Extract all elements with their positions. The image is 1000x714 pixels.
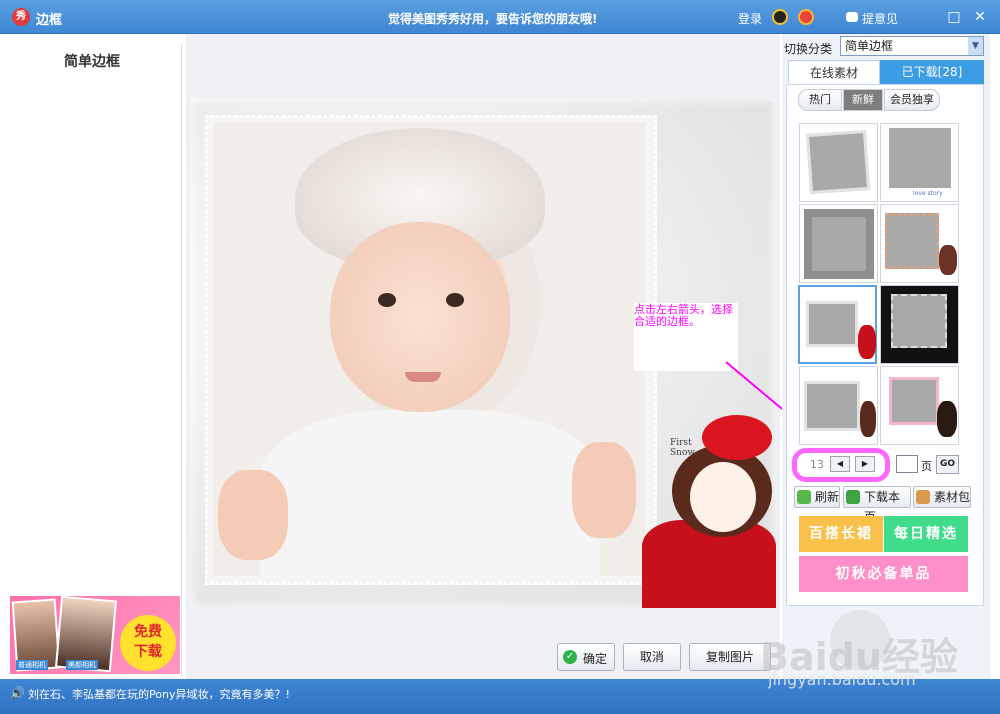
frame-thumbnail[interactable] xyxy=(880,285,959,364)
close-button[interactable]: ✕ xyxy=(970,8,990,26)
page-input[interactable] xyxy=(896,455,918,473)
photo-detail xyxy=(260,410,600,576)
thumb-caption: love story xyxy=(913,190,943,197)
photo-detail xyxy=(446,293,464,307)
frame-thumbnail[interactable]: love story xyxy=(880,123,959,202)
photo-detail xyxy=(572,442,636,538)
category-title: 简单边框 xyxy=(64,54,120,70)
status-news-link[interactable]: 刘在石、李弘基都在玩的Pony异域妆，究竟有多美？! xyxy=(28,686,290,702)
ad-caption: 普通相机 xyxy=(16,660,48,670)
badge-line: 下载 xyxy=(134,644,162,660)
subtab-vip[interactable]: 会员独享 xyxy=(884,89,940,111)
badge-line: 免费 xyxy=(134,624,162,640)
promo-tile[interactable]: 初秋必备单品 xyxy=(799,556,968,592)
free-download-badge[interactable]: 免费 下载 xyxy=(120,615,176,671)
tab-online-materials[interactable]: 在线素材 xyxy=(788,60,880,84)
promo-tile[interactable]: 每日精选 xyxy=(884,516,968,552)
annotation-text: 点击左右箭头，选择合适的边框。 xyxy=(634,303,733,328)
frame-thumbnail[interactable] xyxy=(880,366,959,445)
subtab-hot[interactable]: 热门 xyxy=(798,89,842,111)
refresh-icon xyxy=(797,490,811,504)
app-logo-icon: 秀 xyxy=(12,8,30,26)
window-title: 边框 xyxy=(36,13,63,28)
frame-thumbnail[interactable] xyxy=(799,204,878,283)
package-icon xyxy=(916,490,930,504)
chat-bubble-icon xyxy=(846,12,858,22)
frame-thumbnail[interactable] xyxy=(799,123,878,202)
cancel-button[interactable]: 取消 xyxy=(623,643,681,671)
speaker-icon: 🔊 xyxy=(10,686,25,700)
login-link[interactable]: 登录 xyxy=(738,10,762,27)
tab-downloaded[interactable]: 已下载[28] xyxy=(880,60,984,84)
photo-detail xyxy=(405,372,441,382)
subtab-new[interactable]: 新鲜 xyxy=(843,89,883,111)
download-icon xyxy=(846,490,860,504)
qq-icon[interactable] xyxy=(772,9,788,25)
weibo-icon[interactable] xyxy=(798,9,814,25)
photo-detail xyxy=(378,293,396,307)
page-unit: 页 xyxy=(921,460,932,473)
category-label: 切换分类 xyxy=(784,42,833,56)
share-promo-text[interactable]: 觉得美图秀秀好用，要告诉您的朋友哦! xyxy=(388,10,597,27)
copy-image-button[interactable]: 复制图片 xyxy=(689,643,771,671)
category-select[interactable]: 简单边框 xyxy=(840,36,984,56)
first-snow-label: First Snow xyxy=(670,438,696,458)
highlight-scribble xyxy=(792,448,890,482)
check-icon: ✓ xyxy=(563,650,577,664)
promo-tile[interactable]: 百搭长裙 xyxy=(799,516,883,552)
frame-thumbnail[interactable] xyxy=(799,366,878,445)
ad-caption: 美颜相机 xyxy=(66,660,98,670)
frame-thumbnail-selected[interactable] xyxy=(798,285,877,364)
frame-decoration xyxy=(690,462,756,532)
watermark-url: jingyan.baidu.com xyxy=(768,670,916,689)
chevron-down-icon[interactable]: ▼ xyxy=(968,37,983,55)
feedback-link[interactable]: 提意见 xyxy=(862,10,898,27)
maximize-button[interactable]: □ xyxy=(944,8,964,26)
left-panel xyxy=(10,44,182,676)
go-button[interactable]: GO xyxy=(936,455,959,474)
photo-detail xyxy=(330,222,510,412)
frame-thumbnail[interactable] xyxy=(880,204,959,283)
ok-button-label: 确定 xyxy=(583,652,608,666)
photo-detail xyxy=(218,470,288,560)
